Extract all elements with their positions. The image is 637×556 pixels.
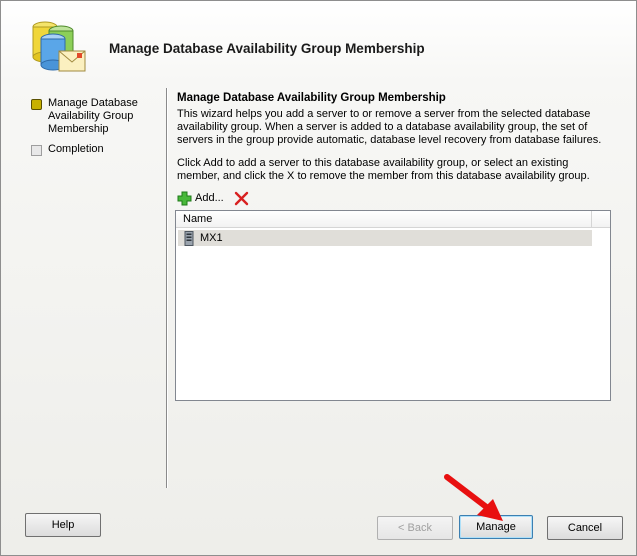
wizard-window: Manage Database Availability Group Membe… bbox=[0, 0, 637, 556]
server-icon bbox=[184, 230, 194, 246]
red-x-icon bbox=[234, 191, 248, 205]
step-completion: Completion bbox=[31, 143, 104, 156]
list-item[interactable]: MX1 bbox=[178, 230, 592, 246]
column-header-name[interactable]: Name bbox=[176, 211, 592, 227]
step-manage-membership: Manage Database Availability Group Membe… bbox=[31, 97, 148, 136]
column-header-label: Name bbox=[183, 213, 213, 225]
remove-button[interactable] bbox=[234, 191, 249, 206]
pending-step-marker-icon bbox=[31, 145, 42, 156]
section-title: Manage Database Availability Group Membe… bbox=[177, 92, 446, 104]
cancel-button[interactable]: Cancel bbox=[547, 516, 623, 540]
add-button[interactable]: Add... bbox=[177, 191, 224, 206]
help-button[interactable]: Help bbox=[25, 513, 101, 537]
instructions-text: Click Add to add a server to this databa… bbox=[177, 157, 590, 182]
members-toolbar: Add... bbox=[177, 189, 249, 207]
add-button-label: Add... bbox=[195, 192, 224, 204]
back-button[interactable]: < Back bbox=[377, 516, 453, 540]
panel-divider bbox=[166, 88, 168, 488]
step-label: Completion bbox=[48, 143, 104, 155]
step-label: Manage Database Availability Group Membe… bbox=[48, 97, 138, 135]
wizard-header: Manage Database Availability Group Membe… bbox=[1, 1, 636, 83]
description-text: This wizard helps you add a server to or… bbox=[177, 108, 602, 146]
active-step-marker-icon bbox=[31, 99, 42, 110]
steps-panel: Manage Database Availability Group Membe… bbox=[1, 83, 166, 488]
green-plus-icon bbox=[177, 191, 192, 205]
content-panel: Manage Database Availability Group Membe… bbox=[177, 92, 617, 183]
column-header-filler bbox=[592, 211, 610, 227]
members-list[interactable]: Name MX1 bbox=[175, 210, 611, 401]
list-header: Name bbox=[176, 211, 610, 228]
database-mail-icon bbox=[32, 21, 86, 72]
server-name: MX1 bbox=[200, 232, 223, 244]
wizard-title: Manage Database Availability Group Membe… bbox=[109, 41, 425, 56]
manage-button[interactable]: Manage bbox=[459, 515, 533, 539]
